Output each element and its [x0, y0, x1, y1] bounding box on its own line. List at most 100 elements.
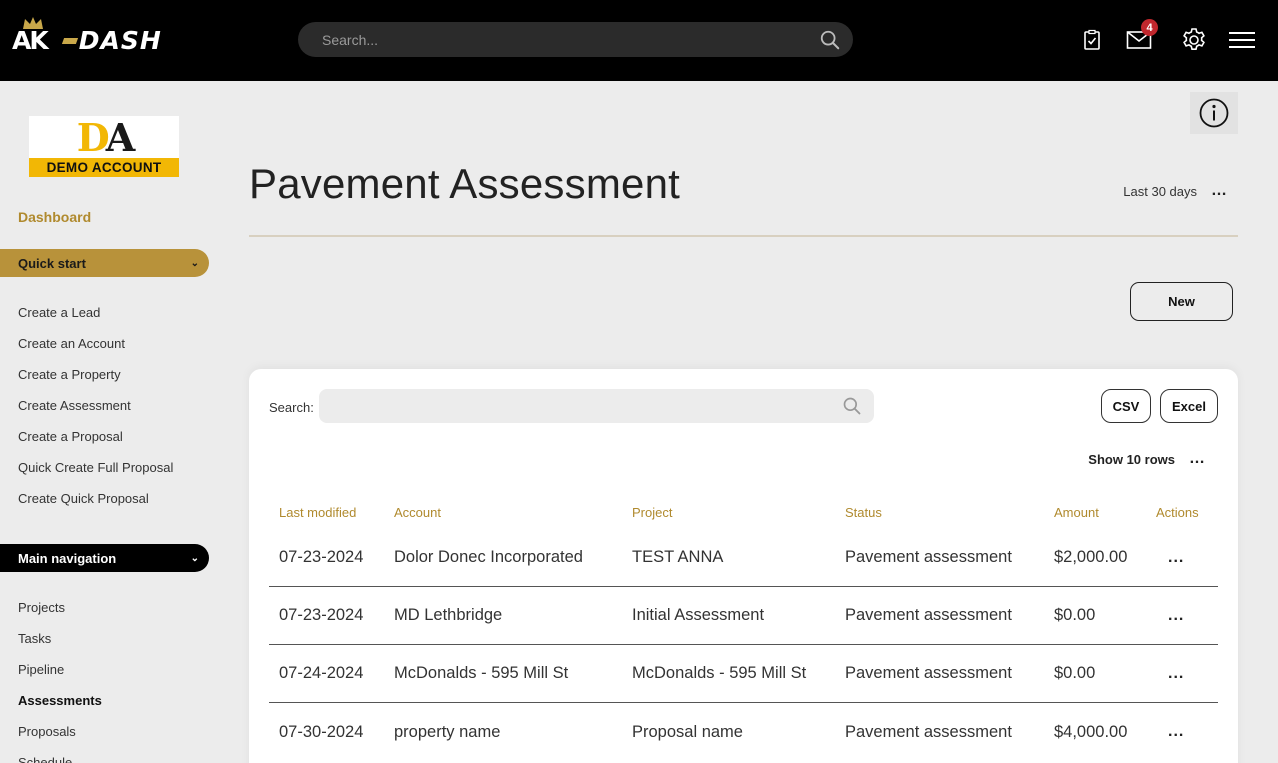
quick-start-toggle[interactable]: Quick start ⌄ — [0, 249, 209, 277]
cell-account: McDonalds - 595 Mill St — [394, 664, 569, 682]
gear-icon — [1183, 28, 1205, 50]
search-icon[interactable] — [842, 396, 862, 416]
main-navigation-list: Projects Tasks Pipeline Assessments Prop… — [18, 600, 102, 763]
info-icon — [1199, 98, 1229, 128]
rows-per-page-menu-icon[interactable]: … — [1189, 451, 1206, 467]
cell-last-modified: 07-24-2024 — [279, 664, 364, 682]
cell-amount: $0.00 — [1054, 606, 1096, 624]
row-actions-icon[interactable]: ... — [1156, 724, 1228, 740]
new-assessment-button[interactable]: New — [1130, 282, 1233, 321]
rows-per-page-label: Show 10 rows — [1088, 451, 1175, 467]
account-logo-d: D — [76, 116, 110, 160]
cell-status: Pavement assessment — [845, 606, 1012, 624]
global-search — [298, 22, 853, 57]
title-divider — [249, 235, 1238, 237]
sidebar-item-projects[interactable]: Projects — [18, 600, 102, 631]
main-navigation-toggle[interactable]: Main navigation ⌄ — [0, 544, 209, 572]
account-logo-a: A — [105, 116, 136, 160]
cell-project: Initial Assessment — [632, 606, 765, 624]
table-header: Last modified Account Project Status Amo… — [269, 495, 1218, 529]
sidebar-item-create-property[interactable]: Create a Property — [18, 367, 173, 398]
cell-last-modified: 07-23-2024 — [279, 548, 364, 566]
logo-dash-text: DASH — [78, 26, 162, 55]
mail-badge: 4 — [1141, 19, 1158, 36]
logo-dash: DASH — [61, 26, 162, 55]
chevron-down-icon: ⌄ — [190, 552, 199, 564]
sidebar-item-create-quick-proposal[interactable]: Create Quick Proposal — [18, 491, 173, 522]
account-logo-mark: DA — [29, 116, 179, 160]
sidebar-item-tasks[interactable]: Tasks — [18, 631, 102, 662]
checklist-icon — [1084, 29, 1100, 50]
tasks-button[interactable] — [1082, 24, 1102, 56]
cell-amount: $2,000.00 — [1054, 548, 1128, 566]
export-csv-button[interactable]: CSV — [1101, 389, 1151, 423]
row-actions-icon[interactable]: ... — [1156, 549, 1228, 566]
cell-account: MD Lethbridge — [394, 606, 503, 624]
sidebar-item-pipeline[interactable]: Pipeline — [18, 662, 102, 693]
cell-status: Pavement assessment — [845, 722, 1012, 741]
date-range: Last 30 days … — [1123, 183, 1228, 199]
app-logo[interactable]: AK DASH — [12, 16, 162, 53]
sidebar-item-dashboard[interactable]: Dashboard — [18, 209, 91, 225]
row-actions-icon[interactable]: ... — [1156, 607, 1228, 624]
table-search-label: Search: — [269, 400, 314, 415]
cell-project: Proposal name — [632, 722, 743, 741]
date-range-label: Last 30 days — [1123, 183, 1197, 199]
column-account[interactable]: Account — [394, 505, 632, 520]
cell-account: Dolor Donec Incorporated — [394, 548, 583, 566]
menu-icon — [1229, 32, 1255, 48]
sidebar-item-assessments[interactable]: Assessments — [18, 693, 102, 724]
column-project[interactable]: Project — [632, 505, 845, 520]
cell-status: Pavement assessment — [845, 664, 1012, 682]
table-search — [319, 389, 874, 423]
sidebar-item-quick-create-full-proposal[interactable]: Quick Create Full Proposal — [18, 460, 173, 491]
quick-start-list: Create a Lead Create an Account Create a… — [18, 305, 173, 522]
table-row[interactable]: 07-23-2024 Dolor Donec Incorporated TEST… — [269, 529, 1218, 587]
table-row[interactable]: 07-30-2024 property name Proposal name P… — [269, 703, 1218, 761]
messages-button[interactable]: 4 — [1126, 19, 1158, 56]
cell-status: Pavement assessment — [845, 548, 1012, 566]
cell-last-modified: 07-23-2024 — [279, 606, 364, 624]
account-logo-caption: DEMO ACCOUNT — [29, 158, 179, 177]
table-row[interactable]: 07-23-2024 MD Lethbridge Initial Assessm… — [269, 587, 1218, 645]
cell-amount: $0.00 — [1054, 664, 1096, 682]
global-search-input[interactable] — [322, 31, 819, 48]
sidebar-item-create-account[interactable]: Create an Account — [18, 336, 173, 367]
sidebar-item-proposals[interactable]: Proposals — [18, 724, 102, 755]
sidebar-item-create-proposal[interactable]: Create a Proposal — [18, 429, 173, 460]
settings-button[interactable] — [1181, 24, 1207, 56]
cell-project: McDonalds - 595 Mill St — [632, 664, 807, 682]
top-bar: AK DASH 4 — [0, 0, 1278, 81]
account-logo: DA DEMO ACCOUNT — [29, 116, 179, 177]
info-button[interactable] — [1190, 92, 1238, 134]
page-title: Pavement Assessment — [249, 160, 680, 207]
logo-ak: AK — [12, 16, 49, 55]
sidebar-item-create-lead[interactable]: Create a Lead — [18, 305, 173, 336]
column-status[interactable]: Status — [845, 505, 1054, 520]
main-navigation-label: Main navigation — [18, 550, 117, 566]
cell-amount: $4,000.00 — [1054, 722, 1128, 741]
sidebar-item-schedule[interactable]: Schedule — [18, 755, 102, 763]
cell-last-modified: 07-30-2024 — [279, 722, 364, 741]
quick-start-label: Quick start — [18, 255, 86, 271]
export-excel-button[interactable]: Excel — [1160, 389, 1218, 423]
sidebar: DA DEMO ACCOUNT Dashboard Quick start ⌄ … — [0, 81, 210, 763]
column-last-modified[interactable]: Last modified — [279, 505, 394, 520]
assessments-table: Last modified Account Project Status Amo… — [269, 495, 1218, 761]
sidebar-item-create-assessment[interactable]: Create Assessment — [18, 398, 173, 429]
logo-ak-text: AK — [12, 26, 49, 55]
logo-dash-stripe — [61, 37, 78, 44]
chevron-down-icon: ⌄ — [190, 257, 199, 269]
assessments-table-card: Search: CSV Excel Show 10 rows … Last mo… — [249, 369, 1238, 763]
row-actions-icon[interactable]: ... — [1156, 665, 1228, 682]
date-range-menu-icon[interactable]: … — [1211, 183, 1228, 199]
main-menu-button[interactable] — [1229, 24, 1255, 56]
cell-account: property name — [394, 722, 501, 741]
table-search-input[interactable] — [331, 398, 842, 414]
column-actions: Actions — [1156, 504, 1199, 520]
crown-icon — [23, 17, 43, 29]
search-icon[interactable] — [819, 29, 841, 51]
rows-per-page[interactable]: Show 10 rows … — [1088, 451, 1206, 467]
column-amount[interactable]: Amount — [1054, 505, 1156, 520]
table-row[interactable]: 07-24-2024 McDonalds - 595 Mill St McDon… — [269, 645, 1218, 703]
